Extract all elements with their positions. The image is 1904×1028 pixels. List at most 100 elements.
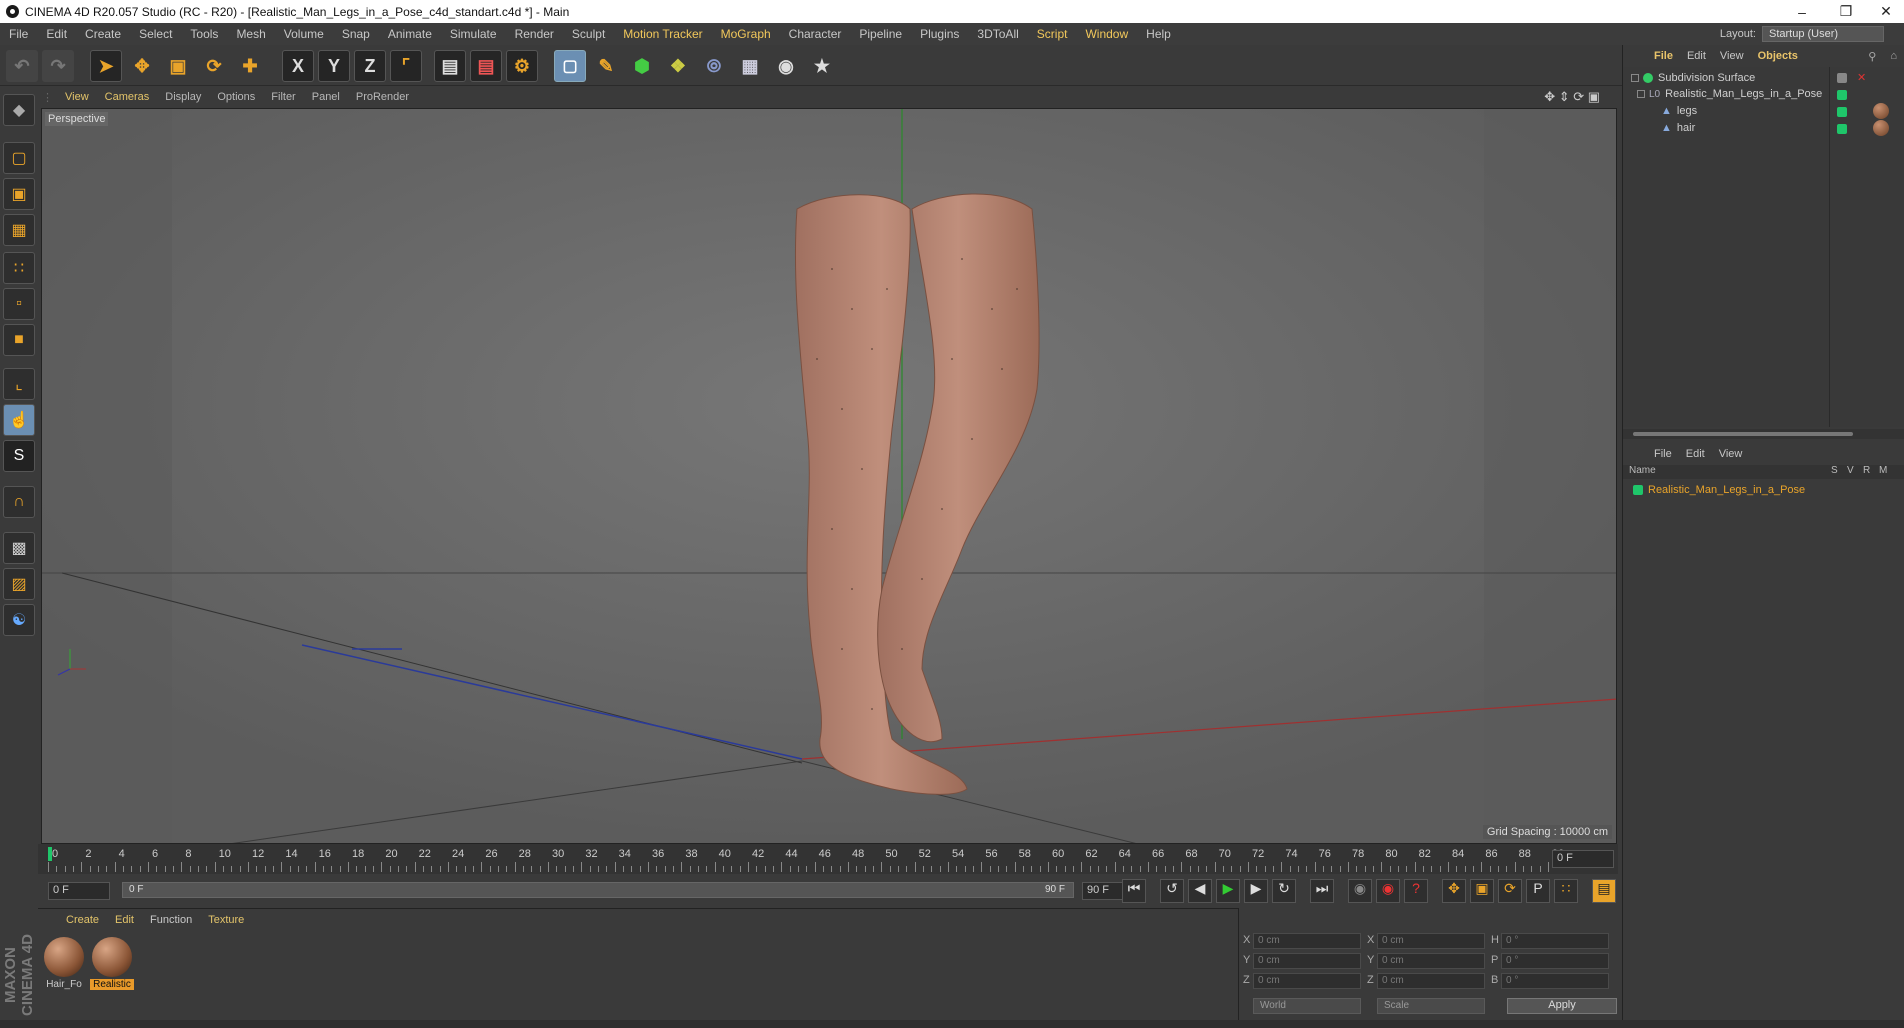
viewport-menu-filter[interactable]: Filter	[263, 91, 303, 103]
rotate-icon[interactable]: ⟳	[198, 50, 230, 82]
rotation-b-field[interactable]: 0 °	[1501, 973, 1609, 989]
polygons-mode-icon[interactable]: ■	[3, 324, 35, 356]
viewport-menu-view[interactable]: View	[57, 91, 97, 103]
cube-icon[interactable]: ▢	[554, 50, 586, 82]
material-swatch-hair[interactable]: Hair_Fo	[42, 937, 86, 995]
play-icon[interactable]: ▶	[1216, 879, 1240, 903]
material-menu-function[interactable]: Function	[142, 914, 200, 926]
previous-frame-icon[interactable]: ◀	[1188, 879, 1212, 903]
key-position-icon[interactable]: ✥	[1442, 879, 1466, 903]
menu-plugins[interactable]: Plugins	[911, 27, 968, 41]
model-mode-icon[interactable]: ▢	[3, 142, 35, 174]
layers-menu-view[interactable]: View	[1712, 448, 1750, 460]
tree-item-realistic-man[interactable]: L0 Realistic_Man_Legs_in_a_Pose	[1637, 85, 1822, 103]
start-frame-field[interactable]: 0 F	[48, 882, 110, 900]
menu-volume[interactable]: Volume	[275, 27, 333, 41]
position-y-field[interactable]: 0 cm	[1253, 953, 1361, 969]
z-axis-lock-icon[interactable]: Z	[354, 50, 386, 82]
last-tool-icon[interactable]: ✚	[234, 50, 266, 82]
3d-viewport[interactable]: Perspective Grid Spacing : 10000 cm	[41, 108, 1617, 844]
key-scale-icon[interactable]: ▣	[1470, 879, 1494, 903]
redo-icon[interactable]: ↷	[42, 50, 74, 82]
array-icon[interactable]: ❖	[662, 50, 694, 82]
menu-window[interactable]: Window	[1076, 27, 1137, 41]
menu-animate[interactable]: Animate	[379, 27, 441, 41]
tweak-mode-icon[interactable]: ☝	[3, 404, 35, 436]
menu-snap[interactable]: Snap	[333, 27, 379, 41]
help-keyframe-icon[interactable]: ?	[1404, 879, 1428, 903]
menu-tools[interactable]: Tools	[181, 27, 227, 41]
viewport-menu-prorender[interactable]: ProRender	[348, 91, 417, 103]
points-mode-icon[interactable]: ∷	[3, 252, 35, 284]
viewport-menu-cameras[interactable]: Cameras	[97, 91, 158, 103]
scale-icon[interactable]: ▣	[162, 50, 194, 82]
edges-mode-icon[interactable]: ▫	[3, 288, 35, 320]
viewport-menu-panel[interactable]: Panel	[304, 91, 348, 103]
disabled-x-icon[interactable]: ✕	[1857, 71, 1866, 84]
menu-character[interactable]: Character	[780, 27, 851, 41]
timeline-playhead[interactable]	[48, 847, 52, 861]
enable-snap-icon[interactable]: ∩	[3, 486, 35, 518]
layer-icon[interactable]	[1837, 73, 1847, 83]
coordinate-system-icon[interactable]: ⌜	[390, 50, 422, 82]
menu-sculpt[interactable]: Sculpt	[563, 27, 614, 41]
minimize-button[interactable]: –	[1782, 0, 1822, 23]
scale-mode-dropdown[interactable]: Scale	[1377, 998, 1485, 1014]
restore-button[interactable]: ❐	[1826, 0, 1866, 23]
preview-range-slider[interactable]: 0 F 90 F	[122, 882, 1074, 898]
workplane-lock-icon[interactable]: ▩	[3, 532, 35, 564]
axis-mode-icon[interactable]: ⌞	[3, 368, 35, 400]
python-icon[interactable]: ☯	[3, 604, 35, 636]
material-tag-icon[interactable]	[1873, 120, 1889, 136]
key-pla-icon[interactable]: ∷	[1554, 879, 1578, 903]
viewport-menu-options[interactable]: Options	[209, 91, 263, 103]
render-settings-icon[interactable]: ⚙	[506, 50, 538, 82]
undo-icon[interactable]: ↶	[6, 50, 38, 82]
timeline-window-icon[interactable]: ▤	[1592, 879, 1616, 903]
grid-snap-icon[interactable]: ▨	[3, 568, 35, 600]
go-to-end-icon[interactable]: ⏭	[1310, 879, 1334, 903]
previous-key-icon[interactable]: ↺	[1160, 879, 1184, 903]
render-picture-viewer-icon[interactable]: ▤	[470, 50, 502, 82]
tree-item-hair[interactable]: ▲ hair	[1661, 119, 1695, 137]
record-keys-icon[interactable]: ◉	[1348, 879, 1372, 903]
search-icon[interactable]: ⚲	[1861, 50, 1883, 63]
material-menu-create[interactable]: Create	[58, 914, 107, 926]
light-icon[interactable]: ★	[806, 50, 838, 82]
coordinate-space-dropdown[interactable]: World	[1253, 998, 1361, 1014]
apply-button[interactable]: Apply	[1507, 998, 1617, 1014]
menu-3dtoall[interactable]: 3DToAll	[968, 27, 1027, 41]
menu-edit[interactable]: Edit	[37, 27, 76, 41]
menu-help[interactable]: Help	[1137, 27, 1180, 41]
x-axis-lock-icon[interactable]: X	[282, 50, 314, 82]
key-rotation-icon[interactable]: ⟳	[1498, 879, 1522, 903]
move-icon[interactable]: ✥	[126, 50, 158, 82]
next-key-icon[interactable]: ↻	[1272, 879, 1296, 903]
timeline-ruler[interactable]: 0 2 4 6 8 10 12 14 16 18 20 22 24 26 28 30 32 34 36 38 40 42 4…	[38, 844, 1618, 874]
objects-menu-objects[interactable]: Objects	[1751, 50, 1805, 62]
menu-motion-tracker[interactable]: Motion Tracker	[614, 27, 711, 41]
deformer-icon[interactable]: ⦾	[698, 50, 730, 82]
objects-menu-edit[interactable]: Edit	[1680, 50, 1713, 62]
menu-create[interactable]: Create	[76, 27, 130, 41]
menu-mograph[interactable]: MoGraph	[712, 27, 780, 41]
size-y-field[interactable]: 0 cm	[1377, 953, 1485, 969]
floor-icon[interactable]: ▦	[734, 50, 766, 82]
menu-mesh[interactable]: Mesh	[227, 27, 274, 41]
solo-icon[interactable]: S	[3, 440, 35, 472]
rotation-p-field[interactable]: 0 °	[1501, 953, 1609, 969]
y-axis-lock-icon[interactable]: Y	[318, 50, 350, 82]
next-frame-icon[interactable]: ▶	[1244, 879, 1268, 903]
render-view-icon[interactable]: ▤	[434, 50, 466, 82]
menu-file[interactable]: File	[0, 27, 37, 41]
viewport-menu-display[interactable]: Display	[157, 91, 209, 103]
current-frame-field[interactable]: 0 F	[1552, 850, 1614, 868]
tree-item-legs[interactable]: ▲ legs	[1661, 102, 1697, 120]
autokey-icon[interactable]: ◉	[1376, 879, 1400, 903]
texture-mode-icon[interactable]: ▣	[3, 178, 35, 210]
subdivision-surface-icon[interactable]: ⬢	[626, 50, 658, 82]
material-menu-texture[interactable]: Texture	[200, 914, 252, 926]
position-z-field[interactable]: 0 cm	[1253, 973, 1361, 989]
layer-icon[interactable]	[1837, 90, 1847, 100]
material-menu-edit[interactable]: Edit	[107, 914, 142, 926]
